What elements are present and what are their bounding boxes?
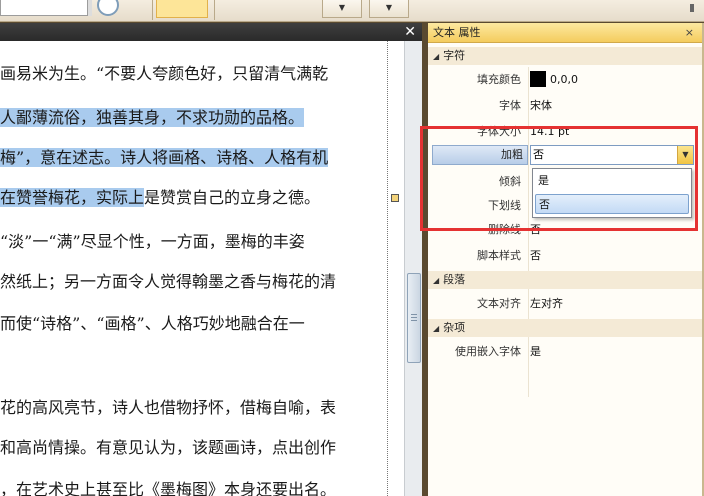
close-icon[interactable]: × bbox=[685, 23, 694, 43]
category-label: 字符 bbox=[443, 49, 466, 62]
category-label: 杂项 bbox=[443, 321, 466, 334]
prop-label: 删除线 bbox=[488, 223, 521, 236]
font-size-spinner[interactable] bbox=[88, 0, 92, 16]
prop-label: 使用嵌入字体 bbox=[455, 345, 521, 358]
combo-value: 否 bbox=[533, 148, 544, 161]
prop-embed-font[interactable]: 使用嵌入字体 是 bbox=[428, 341, 704, 363]
properties-title: 文本 属性 × bbox=[428, 23, 704, 43]
text-line[interactable]: 而使“诗格”、“画格”、人格巧妙地融合在一 bbox=[0, 313, 305, 335]
prop-script-style[interactable]: 脚本样式 否 bbox=[428, 245, 704, 267]
prop-value-text: 0,0,0 bbox=[550, 73, 578, 86]
category-label: 段落 bbox=[443, 273, 466, 286]
color-swatch[interactable] bbox=[530, 71, 546, 87]
line-text: ，在艺术史上甚至比《墨梅图》本身还要出名。 bbox=[0, 480, 337, 496]
category-para[interactable]: ◢ 段落 bbox=[428, 271, 704, 289]
toolbar-grip-icon bbox=[690, 4, 694, 12]
document-titlebar: ✕ bbox=[0, 23, 422, 41]
prop-label: 文本对齐 bbox=[477, 297, 521, 310]
resize-handle[interactable] bbox=[391, 194, 399, 202]
collapse-triangle-icon[interactable]: ◢ bbox=[433, 324, 439, 333]
text-frame-border bbox=[387, 41, 388, 496]
vertical-scrollbar[interactable] bbox=[404, 41, 422, 496]
prop-value[interactable]: 0,0,0 bbox=[530, 69, 578, 91]
prop-value[interactable]: 左对齐 bbox=[530, 293, 563, 315]
properties-panel: 文本 属性 × ◢ 字符 填充颜色 0,0,0 字体 宋体 字体大小 14.1 p… bbox=[428, 23, 704, 496]
text-line[interactable]: 然纸上；另一方面令人觉得翰墨之香与梅花的清 bbox=[0, 271, 336, 293]
bold-dropdown-list: 是 否 bbox=[532, 168, 692, 218]
prop-label: 字体大小 bbox=[477, 125, 521, 138]
text-line[interactable]: 花的高风亮节，诗人也借物抒怀，借梅自喻，表 bbox=[0, 397, 336, 419]
font-size-input[interactable] bbox=[0, 0, 88, 16]
grip-line bbox=[411, 320, 417, 321]
toolbar-separator bbox=[214, 0, 215, 20]
bold-combobox[interactable]: 否 ▼ bbox=[530, 145, 694, 165]
text-line[interactable]: ，在艺术史上甚至比《墨梅图》本身还要出名。 bbox=[0, 479, 336, 496]
line-text: 是赞赏自己的立身之德。 bbox=[144, 188, 321, 207]
category-char[interactable]: ◢ 字符 bbox=[428, 47, 704, 65]
prop-value[interactable]: 14.1 pt bbox=[530, 121, 569, 143]
prop-label: 字体 bbox=[499, 99, 521, 112]
prop-label: 填充颜色 bbox=[477, 73, 521, 86]
prop-text-align[interactable]: 文本对齐 左对齐 bbox=[428, 293, 704, 315]
prop-value[interactable]: 是 bbox=[530, 341, 541, 363]
text-line[interactable]: “淡”一“满”尽显个性，一方面，墨梅的丰姿 bbox=[0, 231, 305, 253]
chevron-down-icon[interactable]: ▼ bbox=[677, 146, 693, 164]
grip-line bbox=[411, 314, 417, 315]
prop-value[interactable]: 宋体 bbox=[530, 95, 552, 117]
prop-label: 倾斜 bbox=[499, 175, 521, 188]
prop-font-size[interactable]: 字体大小 14.1 pt bbox=[428, 121, 704, 143]
line-text: 和高尚情操。有意见认为，该题画诗，点出创作 bbox=[0, 438, 337, 457]
text-line[interactable]: 在赞誉梅花，实际上是赞赏自己的立身之德。 bbox=[0, 187, 320, 209]
top-toolbar: ▼ ▼ bbox=[0, 0, 704, 22]
close-icon[interactable]: ✕ bbox=[404, 24, 416, 40]
dropdown-chevron-icon[interactable]: ▼ bbox=[322, 0, 362, 18]
option-no[interactable]: 否 bbox=[535, 194, 689, 214]
prop-bold-label[interactable]: 加粗 bbox=[432, 145, 528, 165]
selected-text: 在赞誉梅花，实际上 bbox=[0, 188, 145, 207]
panel-title: 文本 属性 bbox=[433, 26, 481, 39]
prop-value[interactable]: 否 bbox=[530, 219, 541, 241]
line-text: 然纸上；另一方面令人觉得翰墨之香与梅花的清 bbox=[0, 272, 337, 291]
selected-text: 梅”，意在述志。诗人将画格、诗格、人格有机 bbox=[0, 148, 329, 167]
highlight-button[interactable] bbox=[156, 0, 208, 18]
line-text: 花的高风亮节，诗人也借物抒怀，借梅自喻，表 bbox=[0, 398, 337, 417]
text-line[interactable]: 人鄙薄流俗，独善其身，不求功勋的品格。 bbox=[0, 107, 305, 129]
prop-strikethrough[interactable]: 删除线 否 bbox=[428, 219, 704, 241]
prop-font[interactable]: 字体 宋体 bbox=[428, 95, 704, 117]
collapse-triangle-icon[interactable]: ◢ bbox=[433, 52, 439, 61]
scrollbar-thumb[interactable] bbox=[407, 273, 421, 363]
toolbar-separator bbox=[152, 0, 153, 20]
line-text: “淡”一“满”尽显个性，一方面，墨梅的丰姿 bbox=[0, 232, 305, 251]
selected-text: 人鄙薄流俗，独善其身，不求功勋的品格。 bbox=[0, 108, 305, 127]
category-misc[interactable]: ◢ 杂项 bbox=[428, 319, 704, 337]
option-yes[interactable]: 是 bbox=[535, 171, 689, 191]
record-button[interactable] bbox=[97, 0, 119, 16]
prop-label: 下划线 bbox=[488, 199, 521, 212]
prop-label: 脚本样式 bbox=[477, 249, 521, 262]
collapse-triangle-icon[interactable]: ◢ bbox=[433, 276, 439, 285]
grip-line bbox=[411, 317, 417, 318]
line-text: 而使“诗格”、“画格”、人格巧妙地融合在一 bbox=[0, 314, 305, 333]
text-line[interactable]: 梅”，意在述志。诗人将画格、诗格、人格有机 bbox=[0, 147, 329, 169]
text-line[interactable]: 画易米为生。“不要人夸颜色好，只留清气满乾 bbox=[0, 63, 328, 85]
dropdown-chevron-icon[interactable]: ▼ bbox=[369, 0, 409, 18]
line-text: 画易米为生。“不要人夸颜色好，只留清气满乾 bbox=[0, 64, 329, 83]
document-canvas[interactable]: 画易米为生。“不要人夸颜色好，只留清气满乾 人鄙薄流俗，独善其身，不求功勋的品格… bbox=[0, 41, 404, 496]
prop-value[interactable]: 否 bbox=[530, 245, 541, 267]
text-line[interactable]: 和高尚情操。有意见认为，该题画诗，点出创作 bbox=[0, 437, 336, 459]
prop-fill-color[interactable]: 填充颜色 0,0,0 bbox=[428, 69, 704, 91]
